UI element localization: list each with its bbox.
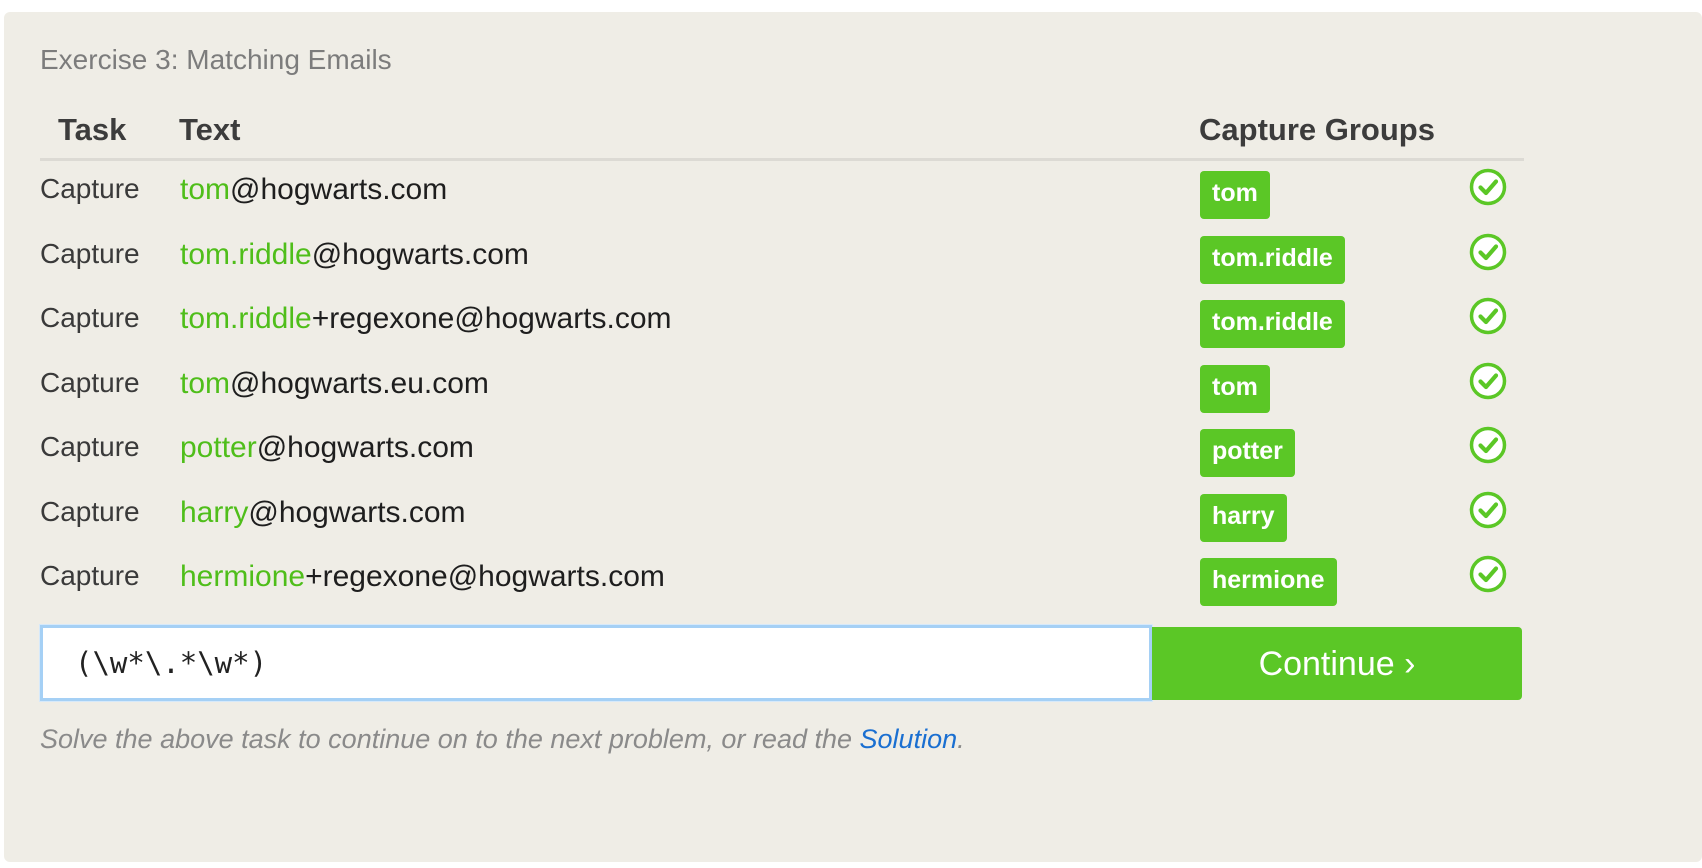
unmatched-text: @hogwarts.com [256,431,474,464]
matched-text: tom [180,367,231,400]
header-text: Text [179,112,241,147]
instructions-end: . [957,724,965,754]
header-task: Task [58,112,127,147]
task-label: Capture [40,560,140,591]
table-row: Capture harry@hogwarts.com harry [0,486,1650,550]
test-text: tom.riddle+regexone@hogwarts.com [180,302,672,336]
continue-button[interactable]: Continue › [1152,627,1522,700]
task-label: Capture [40,238,140,269]
matched-text: tom.riddle [180,238,312,271]
unmatched-text: @hogwarts.eu.com [230,367,489,400]
test-text: tom@hogwarts.com [180,173,447,207]
check-circle-icon [1469,362,1507,400]
unmatched-text: @hogwarts.com [311,238,529,271]
check-circle-icon [1469,491,1507,529]
test-text: harry@hogwarts.com [180,496,466,530]
table-row: Capture potter@hogwarts.com potter [0,421,1650,485]
check-circle-icon [1469,297,1507,335]
unmatched-text: +regexone@hogwarts.com [305,560,665,593]
regex-input[interactable] [43,628,1149,698]
capture-group-badge: hermione [1200,558,1337,606]
table-row: Capture tom.riddle@hogwarts.com tom.ridd… [0,228,1650,292]
capture-group-badge: tom.riddle [1200,236,1345,284]
check-circle-icon [1469,168,1507,206]
capture-group-badge: tom.riddle [1200,300,1345,348]
matched-text: tom [180,173,231,206]
table-row: Capture tom@hogwarts.com tom [0,163,1650,227]
matched-text: harry [180,496,249,529]
task-label: Capture [40,431,140,462]
test-text: tom.riddle@hogwarts.com [180,238,529,272]
unmatched-text: +regexone@hogwarts.com [311,302,672,335]
unmatched-text: @hogwarts.com [248,496,466,529]
task-label: Capture [40,496,140,527]
capture-group-badge: harry [1200,494,1287,542]
test-text: tom@hogwarts.eu.com [180,367,489,401]
table-row: Capture hermione+regexone@hogwarts.com h… [0,550,1650,614]
check-circle-icon [1469,555,1507,593]
check-circle-icon [1469,233,1507,271]
table-row: Capture tom.riddle+regexone@hogwarts.com… [0,292,1650,356]
task-label: Capture [40,173,140,204]
matched-text: hermione [180,560,306,593]
task-label: Capture [40,367,140,398]
solution-link[interactable]: Solution [860,724,958,754]
table-row: Capture tom@hogwarts.eu.com tom [0,357,1650,421]
test-text: hermione+regexone@hogwarts.com [180,560,665,594]
header-capture-groups: Capture Groups [1199,112,1435,147]
header-divider [40,158,1524,161]
regex-input-wrapper [40,625,1152,701]
test-text: potter@hogwarts.com [180,431,474,465]
instructions-body: Solve the above task to continue on to t… [40,724,860,754]
instructions-text: Solve the above task to continue on to t… [40,724,965,755]
check-circle-icon [1469,426,1507,464]
matched-text: potter [180,431,257,464]
capture-group-badge: tom [1200,365,1270,413]
task-label: Capture [40,302,140,333]
capture-group-badge: tom [1200,171,1270,219]
matched-text: tom.riddle [180,302,312,335]
exercise-title: Exercise 3: Matching Emails [40,44,392,75]
capture-group-badge: potter [1200,429,1295,477]
unmatched-text: @hogwarts.com [230,173,448,206]
